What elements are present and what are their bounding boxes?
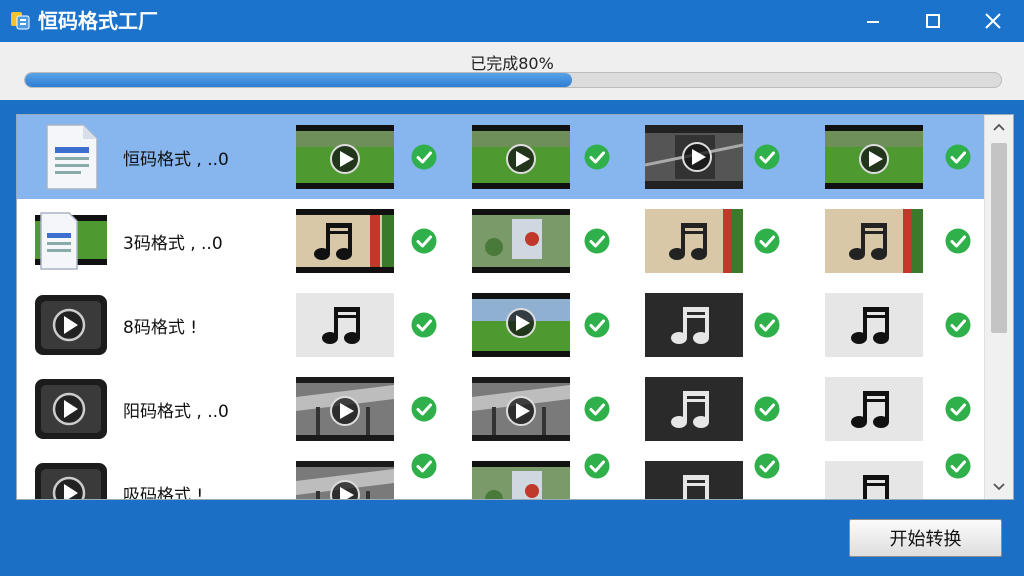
video-thumb-industrial <box>296 461 394 499</box>
music-thumb-light <box>825 293 923 357</box>
file-list: 恒码格式 , ..0 3码格式 , ..0 8码格式 ! 阳码格式 , ..0 … <box>16 114 1014 500</box>
output-thumbnail[interactable] <box>296 293 394 357</box>
check-icon <box>411 453 437 479</box>
file-row[interactable]: 3码格式 , ..0 <box>17 199 985 283</box>
minimize-icon <box>867 21 879 23</box>
video-thumb-grass <box>825 125 923 189</box>
file-rows: 恒码格式 , ..0 3码格式 , ..0 8码格式 ! 阳码格式 , ..0 … <box>17 115 985 500</box>
check-icon <box>945 396 971 422</box>
video-thumb-fence <box>296 209 394 273</box>
window-title: 恒码格式工厂 <box>38 9 158 33</box>
progress-panel: 已完成80% <box>0 42 1024 100</box>
file-name: 3码格式 , ..0 <box>123 234 223 254</box>
maximize-icon <box>926 14 940 28</box>
output-thumbnail[interactable] <box>825 209 923 273</box>
check-icon <box>945 144 971 170</box>
music-thumb-fence <box>825 209 923 273</box>
check-icon <box>411 312 437 338</box>
progress-label: 已完成80% <box>470 54 554 73</box>
output-thumbnail[interactable] <box>645 461 743 499</box>
output-thumbnail[interactable] <box>296 125 394 189</box>
output-thumbnail[interactable] <box>645 125 743 189</box>
video-thumb-industrial <box>472 377 570 441</box>
output-thumbnail[interactable] <box>645 377 743 441</box>
start-convert-button[interactable]: 开始转换 <box>849 519 1002 557</box>
video-thumb-dark-cut <box>645 125 743 189</box>
check-icon <box>584 396 610 422</box>
check-icon <box>754 144 780 170</box>
check-icon <box>411 144 437 170</box>
check-icon <box>584 453 610 479</box>
music-thumb-light <box>296 293 394 357</box>
check-icon <box>945 312 971 338</box>
document-icon <box>46 124 98 190</box>
output-thumbnail[interactable] <box>296 209 394 273</box>
check-icon <box>754 312 780 338</box>
check-icon <box>584 312 610 338</box>
app-window: 恒码格式工厂 已完成80% 恒码格式 , ..0 3码格式 , ..0 8码格式… <box>0 0 1024 576</box>
close-icon <box>985 13 1001 29</box>
video-thumb-grass <box>296 125 394 189</box>
video-thumb-flowers <box>472 209 570 273</box>
music-thumb-dark <box>645 461 743 499</box>
music-thumb-dark <box>645 377 743 441</box>
music-thumb-light <box>825 377 923 441</box>
output-thumbnail[interactable] <box>825 461 923 499</box>
output-thumbnail[interactable] <box>645 293 743 357</box>
output-thumbnail[interactable] <box>472 293 570 357</box>
check-icon <box>411 228 437 254</box>
output-thumbnail[interactable] <box>825 293 923 357</box>
progress-fill <box>25 73 572 87</box>
output-thumbnail[interactable] <box>825 125 923 189</box>
output-thumbnail[interactable] <box>296 461 394 499</box>
close-button[interactable] <box>968 0 1018 42</box>
music-thumb-fence <box>645 209 743 273</box>
check-icon <box>584 144 610 170</box>
output-thumbnail[interactable] <box>645 209 743 273</box>
minimize-button[interactable] <box>848 0 898 42</box>
title-bar[interactable]: 恒码格式工厂 <box>0 0 1024 42</box>
chevron-down-icon <box>993 483 1005 491</box>
file-row[interactable]: 吸码格式 ! <box>17 451 985 500</box>
check-icon <box>945 228 971 254</box>
video-thumb-grass <box>472 125 570 189</box>
music-thumb-light <box>825 461 923 499</box>
file-name: 吸码格式 ! <box>123 486 204 500</box>
output-thumbnail[interactable] <box>472 377 570 441</box>
scroll-down-button[interactable] <box>985 475 1013 499</box>
file-name: 阳码格式 , ..0 <box>123 402 229 422</box>
check-icon <box>411 396 437 422</box>
document-video-icon <box>35 212 107 270</box>
check-icon <box>754 228 780 254</box>
file-row[interactable]: 恒码格式 , ..0 <box>17 115 985 199</box>
video-file-icon <box>35 295 107 355</box>
check-icon <box>754 453 780 479</box>
video-thumb-field <box>472 293 570 357</box>
music-thumb-dark <box>645 293 743 357</box>
file-row[interactable]: 8码格式 ! <box>17 283 985 367</box>
output-thumbnail[interactable] <box>296 377 394 441</box>
scroll-thumb[interactable] <box>991 143 1007 333</box>
chevron-up-icon <box>993 123 1005 131</box>
video-file-icon <box>35 379 107 439</box>
video-thumb-industrial <box>296 377 394 441</box>
output-thumbnail[interactable] <box>472 125 570 189</box>
vertical-scrollbar[interactable] <box>984 115 1013 499</box>
scroll-up-button[interactable] <box>985 115 1013 139</box>
output-thumbnail[interactable] <box>472 209 570 273</box>
progress-bar <box>24 72 1002 88</box>
app-logo-icon <box>11 12 30 30</box>
check-icon <box>584 228 610 254</box>
check-icon <box>945 453 971 479</box>
file-row[interactable]: 阳码格式 , ..0 <box>17 367 985 451</box>
video-file-icon <box>35 463 107 499</box>
file-name: 恒码格式 , ..0 <box>123 150 229 170</box>
output-thumbnail[interactable] <box>472 461 570 499</box>
video-thumb-flowers <box>472 461 570 499</box>
maximize-button[interactable] <box>908 0 958 42</box>
check-icon <box>754 396 780 422</box>
file-name: 8码格式 ! <box>123 318 198 338</box>
output-thumbnail[interactable] <box>825 377 923 441</box>
